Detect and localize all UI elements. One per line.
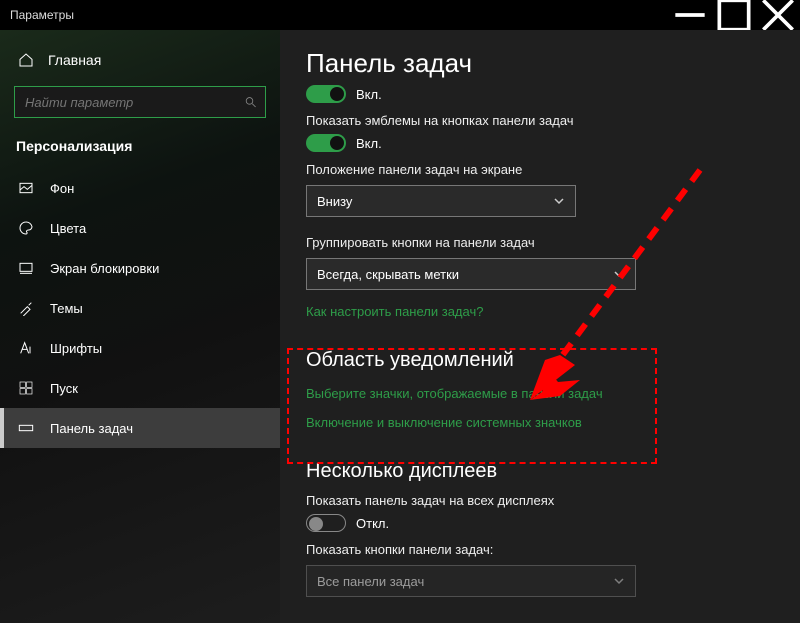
position-label: Положение панели задач на экране (306, 162, 774, 177)
window-body: Главная Персонализация Фон Цвета (0, 30, 800, 623)
toggle-2-state: Вкл. (356, 136, 382, 151)
picture-icon (18, 180, 34, 196)
toggle-row-2: Вкл. (306, 134, 774, 152)
taskbar-icon (18, 420, 34, 436)
close-button[interactable] (756, 0, 800, 30)
titlebar: Параметры (0, 0, 800, 30)
start-icon (18, 380, 34, 396)
sidebar-item-fonts[interactable]: Шрифты (0, 328, 280, 368)
group-label: Группировать кнопки на панели задач (306, 235, 774, 250)
maximize-button[interactable] (712, 0, 756, 30)
system-icons-link[interactable]: Включение и выключение системных значков (306, 415, 774, 430)
select-icons-link[interactable]: Выберите значки, отображаемые в панели з… (306, 386, 774, 401)
palette-icon (18, 220, 34, 236)
minimize-button[interactable] (668, 0, 712, 30)
group-value: Всегда, скрывать метки (317, 267, 459, 282)
chevron-down-icon (613, 575, 625, 587)
sidebar-item-background[interactable]: Фон (0, 168, 280, 208)
search-box[interactable] (14, 86, 266, 118)
search-input[interactable] (25, 95, 244, 110)
sidebar-section-title: Персонализация (0, 132, 280, 168)
nav-items: Фон Цвета Экран блокировки Темы Шрифты (0, 168, 280, 448)
position-value: Внизу (317, 194, 352, 209)
multi-show-label: Показать панель задач на всех дисплеях (306, 493, 774, 508)
home-icon (18, 52, 34, 68)
sidebar-item-taskbar[interactable]: Панель задач (0, 408, 280, 448)
sidebar-item-label: Темы (50, 301, 83, 316)
toggle-row-1: Вкл. (306, 85, 774, 103)
sidebar: Главная Персонализация Фон Цвета (0, 30, 280, 623)
titlebar-controls (668, 0, 800, 30)
toggle-1[interactable] (306, 85, 346, 103)
sidebar-item-themes[interactable]: Темы (0, 288, 280, 328)
sidebar-item-label: Фон (50, 181, 74, 196)
themes-icon (18, 300, 34, 316)
emblems-label: Показать эмблемы на кнопках панели задач (306, 113, 774, 128)
group-select[interactable]: Всегда, скрывать метки (306, 258, 636, 290)
home-nav-item[interactable]: Главная (0, 42, 280, 78)
window-title: Параметры (10, 8, 74, 22)
toggle-multi[interactable] (306, 514, 346, 532)
sidebar-item-label: Пуск (50, 381, 78, 396)
multi-display-heading: Несколько дисплеев (306, 460, 774, 483)
position-select[interactable]: Внизу (306, 185, 576, 217)
home-label: Главная (48, 52, 101, 68)
help-link[interactable]: Как настроить панели задач? (306, 304, 774, 319)
sidebar-item-label: Панель задач (50, 421, 133, 436)
settings-window: Параметры Главная (0, 0, 800, 623)
chevron-down-icon (553, 195, 565, 207)
sidebar-item-start[interactable]: Пуск (0, 368, 280, 408)
fonts-icon (18, 340, 34, 356)
multi-buttons-label: Показать кнопки панели задач: (306, 542, 774, 557)
toggle-3-state: Откл. (356, 516, 389, 531)
toggle-emblems[interactable] (306, 134, 346, 152)
sidebar-item-label: Цвета (50, 221, 86, 236)
toggle-row-3: Откл. (306, 514, 774, 532)
sidebar-item-label: Шрифты (50, 341, 102, 356)
toggle-1-state: Вкл. (356, 87, 382, 102)
sidebar-item-colors[interactable]: Цвета (0, 208, 280, 248)
chevron-down-icon (613, 268, 625, 280)
multi-buttons-select: Все панели задач (306, 565, 636, 597)
content-pane: Панель задач Вкл. Показать эмблемы на кн… (280, 30, 800, 623)
search-icon (244, 95, 257, 109)
notification-area-heading: Область уведомлений (306, 349, 774, 372)
lockscreen-icon (18, 260, 34, 276)
page-title: Панель задач (306, 48, 774, 79)
sidebar-item-lockscreen[interactable]: Экран блокировки (0, 248, 280, 288)
search-wrap (0, 78, 280, 132)
sidebar-item-label: Экран блокировки (50, 261, 159, 276)
multi-buttons-value: Все панели задач (317, 574, 424, 589)
